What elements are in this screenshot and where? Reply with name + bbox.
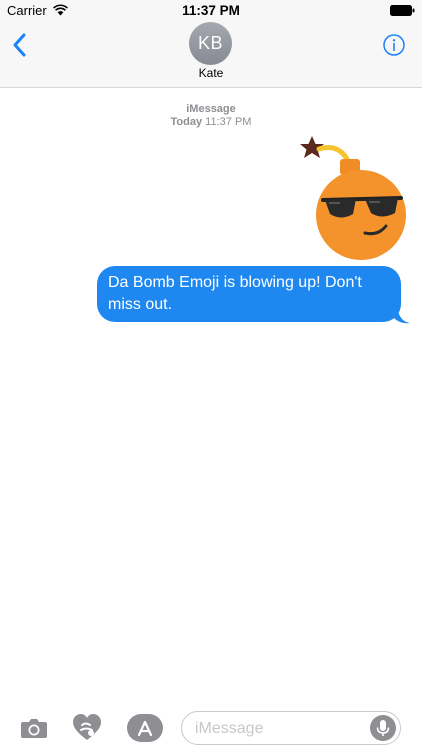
- service-label: iMessage: [186, 103, 236, 115]
- contact-name[interactable]: Kate: [0, 66, 422, 80]
- conversation-header: Carrier 11:37 PM KB Kate: [0, 0, 422, 88]
- message-text: Da Bomb Emoji is blowing up! Don't miss …: [97, 266, 401, 322]
- timestamp-day: Today: [170, 116, 203, 128]
- message-bubble[interactable]: Da Bomb Emoji is blowing up! Don't miss …: [97, 266, 410, 324]
- app-store-icon[interactable]: [127, 714, 163, 742]
- back-chevron-icon[interactable]: [8, 30, 32, 60]
- avatar-initials: KB: [197, 33, 223, 53]
- message-text-field[interactable]: [195, 718, 365, 740]
- digital-touch-icon[interactable]: [72, 713, 102, 743]
- timestamp-time: 11:37 PM: [205, 116, 252, 128]
- status-bar: Carrier 11:37 PM: [0, 0, 422, 22]
- bomb-sticker-icon[interactable]: [298, 133, 410, 268]
- contact-avatar[interactable]: KB: [189, 22, 232, 65]
- info-icon[interactable]: [383, 34, 405, 56]
- message-timestamp: Today 11:37 PM: [0, 116, 422, 128]
- camera-icon[interactable]: [19, 713, 49, 743]
- battery-icon: [390, 5, 415, 16]
- microphone-button[interactable]: [370, 715, 396, 741]
- microphone-icon: [376, 720, 390, 736]
- clock: 11:37 PM: [182, 3, 240, 18]
- message-input-bar: [0, 703, 422, 750]
- message-input[interactable]: [181, 711, 401, 745]
